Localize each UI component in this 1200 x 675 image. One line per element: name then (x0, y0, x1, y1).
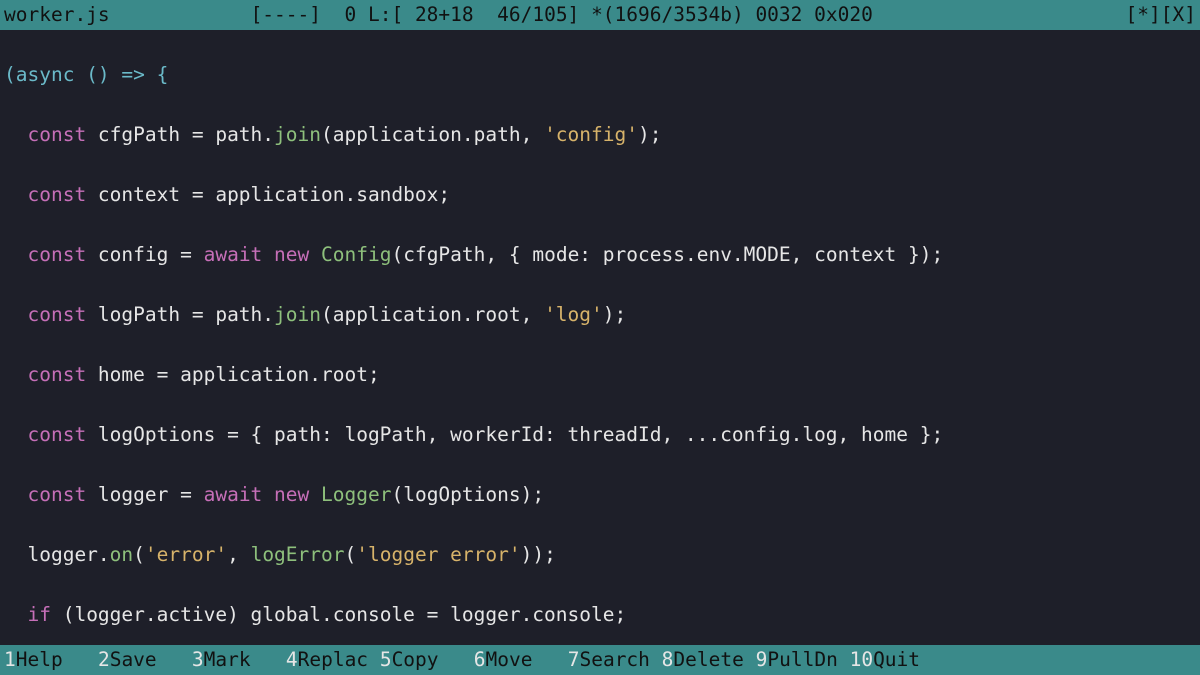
function-key-bar: 1Help 2Save 3Mark 4Replac 5Copy 6Move 7S… (0, 645, 1200, 675)
fkey-help[interactable]: 1Help (4, 645, 98, 675)
fkey-pulldn[interactable]: 9PullDn (756, 645, 850, 675)
fkey-search[interactable]: 7Search (568, 645, 662, 675)
fkey-move[interactable]: 6Move (474, 645, 568, 675)
fkey-copy[interactable]: 5Copy (380, 645, 474, 675)
code-editor[interactable]: (async () => { const cfgPath = path.join… (0, 30, 1200, 645)
title-bar: worker.js [----] 0 L:[ 28+18 46/105] *(1… (0, 0, 1200, 30)
code-line: if (logger.active) global.console = logg… (4, 600, 1196, 630)
fkey-delete[interactable]: 8Delete (662, 645, 756, 675)
fkey-save[interactable]: 2Save (98, 645, 192, 675)
fkey-replac[interactable]: 4Replac (286, 645, 380, 675)
code-line: const context = application.sandbox; (4, 180, 1196, 210)
fkey-mark[interactable]: 3Mark (192, 645, 286, 675)
title-flags-right: [*][X] (1126, 0, 1196, 30)
code-line: const logOptions = { path: logPath, work… (4, 420, 1196, 450)
fkey-quit[interactable]: 10Quit (850, 645, 920, 675)
code-line: const logger = await new Logger(logOptio… (4, 480, 1196, 510)
code-line: const config = await new Config(cfgPath,… (4, 240, 1196, 270)
code-line: (async () => { (4, 60, 1196, 90)
code-line: const home = application.root; (4, 360, 1196, 390)
code-line: logger.on('error', logError('logger erro… (4, 540, 1196, 570)
code-line: const logPath = path.join(application.ro… (4, 300, 1196, 330)
title-filename: worker.js [----] 0 L:[ 28+18 46/105] *(1… (4, 0, 873, 30)
code-line: const cfgPath = path.join(application.pa… (4, 120, 1196, 150)
